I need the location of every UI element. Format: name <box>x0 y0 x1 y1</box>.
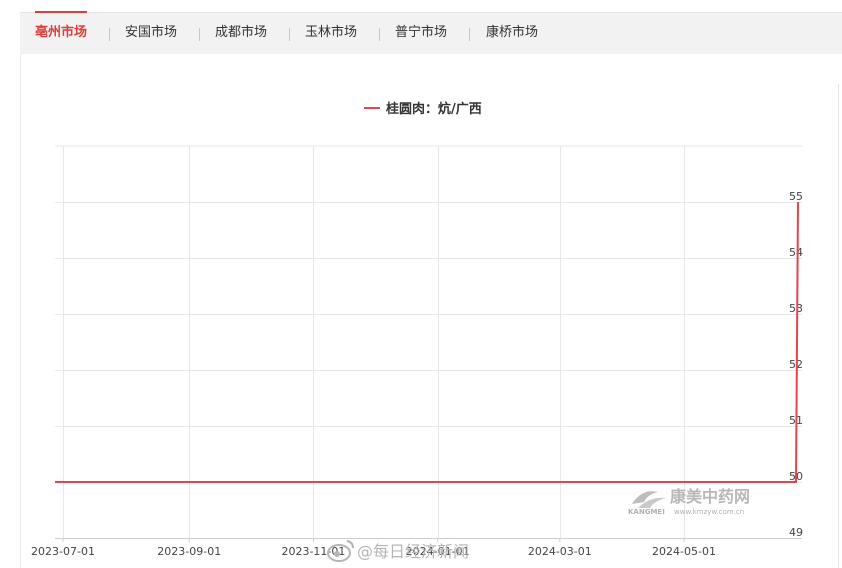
watermark-en: KANGMEI <box>628 508 665 516</box>
x-tick-label: 2024-05-01 <box>652 545 716 558</box>
x-tick-label: 2024-03-01 <box>528 545 592 558</box>
chart-legend[interactable]: 桂圆肉：炕/广西 <box>364 101 482 117</box>
x-tick-label: 2023-07-01 <box>31 545 95 558</box>
watermark-cn: 康美中药网 <box>670 487 750 506</box>
legend-label: 桂圆肉：炕/广西 <box>385 101 482 117</box>
y-tick-label: 49 <box>789 526 803 539</box>
y-tick-label: 53 <box>789 302 803 315</box>
series-line <box>55 201 799 483</box>
kangmei-logo-icon <box>632 491 666 508</box>
kangmei-watermark: 康美中药网 KANGMEI www.kmzyw.com.cn <box>628 487 750 516</box>
y-tick-label: 54 <box>789 246 803 259</box>
weibo-handle: @每日经济新闻 <box>357 542 469 561</box>
y-tick-label: 55 <box>789 190 803 203</box>
series-layer <box>55 201 799 483</box>
weibo-icon <box>327 540 354 562</box>
weibo-watermark: @每日经济新闻 <box>327 540 469 562</box>
x-tick-label: 2023-09-01 <box>157 545 221 558</box>
grid-lines <box>55 145 802 539</box>
price-line-chart: 桂圆肉：炕/广西 49505152535455 2023-07-01 2023-0… <box>31 101 803 558</box>
watermark-url: www.kmzyw.com.cn <box>674 508 744 516</box>
